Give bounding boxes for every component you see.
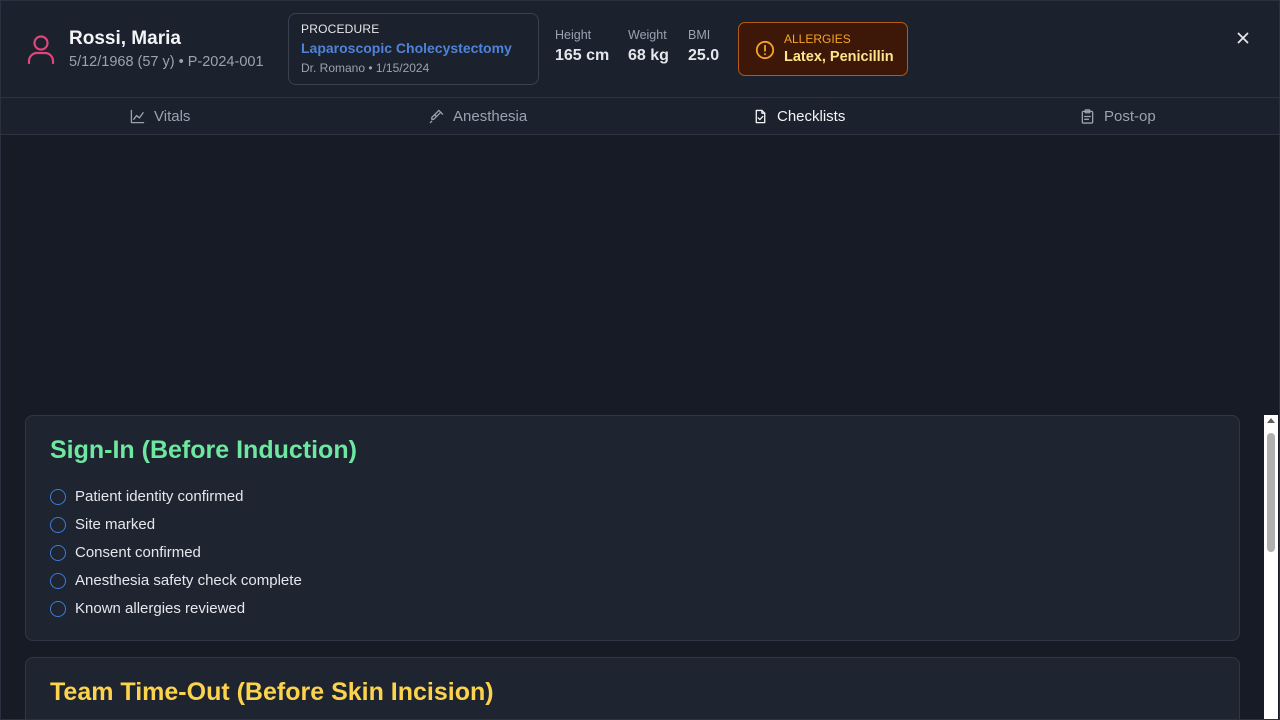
- checkbox[interactable]: [50, 516, 66, 533]
- close-icon: [1237, 32, 1249, 44]
- procedure-name[interactable]: Laparoscopic Cholecystectomy: [301, 40, 512, 56]
- checklist-item-label: Known allergies reviewed: [75, 600, 246, 617]
- tab-checklists[interactable]: Checklists: [753, 98, 845, 135]
- allergies-badge: ALLERGIES Latex, Penicillin: [738, 22, 908, 76]
- checkbox[interactable]: [50, 572, 66, 589]
- tab-checklists-label: Checklists: [777, 108, 846, 125]
- syringe-icon: [429, 109, 444, 124]
- checklist-item-label: Consent confirmed: [75, 544, 201, 561]
- checklist-item[interactable]: Patient identity confirmed: [50, 488, 243, 505]
- tab-anesthesia-label: Anesthesia: [453, 108, 528, 125]
- scrollbar[interactable]: [1264, 415, 1278, 720]
- procedure-meta: Dr. Romano • 1/15/2024: [301, 61, 430, 75]
- checklist-item[interactable]: Known allergies reviewed: [50, 600, 245, 617]
- bmi-label: BMI: [688, 28, 711, 42]
- checklist-item-label: Anesthesia safety check complete: [75, 572, 302, 589]
- file-check-icon: [755, 109, 766, 124]
- checkbox[interactable]: [50, 488, 66, 505]
- bmi-value: 25.0: [688, 47, 720, 64]
- bmi-stat: BMI 25.0: [688, 28, 719, 65]
- procedure-card: PROCEDURE Laparoscopic Cholecystectomy D…: [288, 13, 539, 85]
- sign-in-card: Sign-In (Before Induction) Patient ident…: [25, 415, 1240, 641]
- checkbox[interactable]: [50, 544, 66, 561]
- time-out-title: Team Time-Out (Before Skin Incision): [50, 678, 494, 706]
- tab-post-op[interactable]: Post-op: [1080, 98, 1156, 135]
- tab-vitals-label: Vitals: [154, 108, 191, 125]
- weight-label: Weight: [628, 28, 667, 42]
- patient-demographics: 5/12/1968 (57 y) • P-2024-001: [69, 54, 264, 70]
- tab-post-op-label: Post-op: [1104, 108, 1156, 125]
- height-value: 165 cm: [555, 47, 610, 64]
- checklist-item[interactable]: Consent confirmed: [50, 544, 201, 561]
- user-icon: [27, 35, 55, 64]
- alert-circle-icon: [755, 40, 775, 60]
- height-label: Height: [555, 28, 592, 42]
- weight-value: 68 kg: [628, 47, 669, 64]
- patient-name: Rossi, Maria: [69, 28, 181, 49]
- checklist-item-label: Site marked: [75, 516, 156, 533]
- allergies-label: ALLERGIES: [784, 32, 851, 46]
- procedure-label: PROCEDURE: [301, 22, 380, 36]
- allergies-value: Latex, Penicillin: [784, 49, 894, 65]
- clipboard-icon: [1081, 109, 1094, 124]
- chart-line-icon: [130, 109, 145, 124]
- patient-header: Rossi, Maria 5/12/1968 (57 y) • P-2024-0…: [0, 0, 1280, 98]
- scrollbar-thumb[interactable]: [1267, 433, 1275, 552]
- tab-anesthesia[interactable]: Anesthesia: [429, 98, 527, 135]
- checkbox[interactable]: [50, 600, 66, 617]
- checklist-item-label: Patient identity confirmed: [75, 488, 244, 505]
- weight-stat: Weight 68 kg: [628, 28, 669, 65]
- tab-bar: Vitals Anesthesia Checklists Post-op: [0, 98, 1280, 135]
- sign-in-title: Sign-In (Before Induction): [50, 436, 357, 464]
- checklist-item[interactable]: Anesthesia safety check complete: [50, 572, 302, 589]
- checklist-item[interactable]: Site marked: [50, 516, 155, 533]
- close-button[interactable]: [1232, 27, 1254, 49]
- tab-vitals[interactable]: Vitals: [130, 98, 190, 135]
- time-out-card: Team Time-Out (Before Skin Incision): [25, 657, 1240, 720]
- scroll-up-arrow-icon[interactable]: [1267, 418, 1275, 423]
- height-stat: Height 165 cm: [555, 28, 609, 65]
